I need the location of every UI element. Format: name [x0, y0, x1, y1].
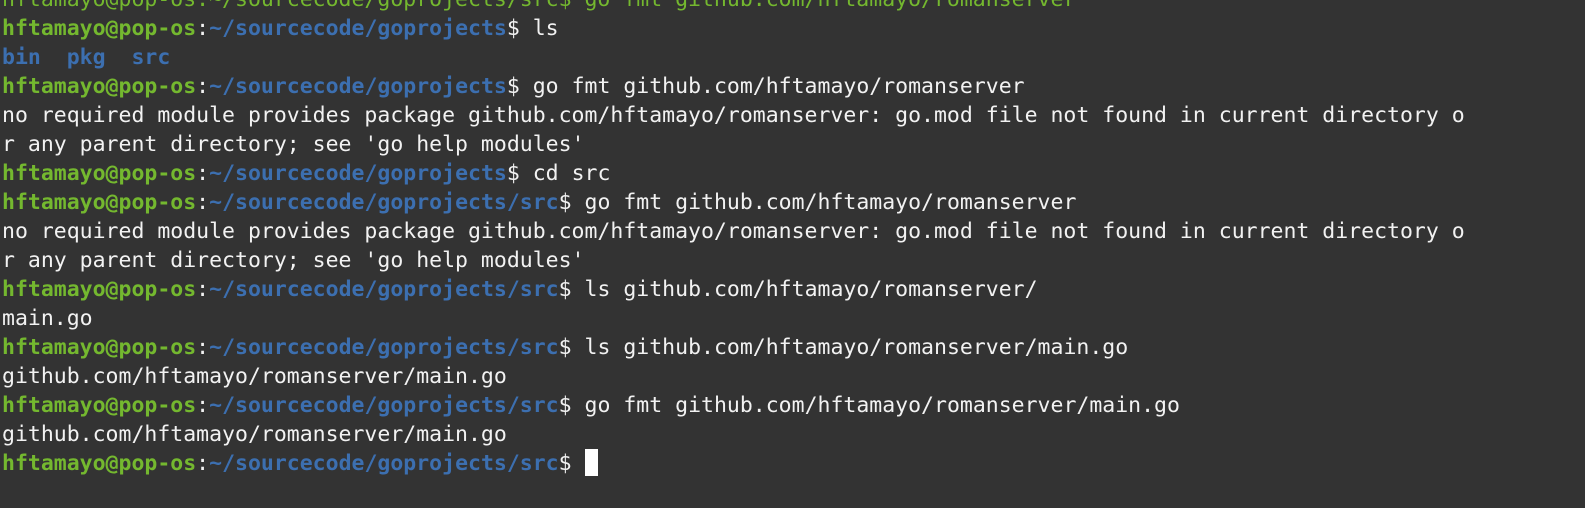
command-text: go fmt github.com/hftamayo/romanserver: [532, 74, 1025, 99]
prompt-line: hftamayo@pop-os:~/sourcecode/goprojects/…: [2, 391, 1465, 420]
prompt-symbol: $: [558, 393, 585, 418]
prompt-path: ~/sourcecode/goprojects/src: [209, 190, 559, 215]
command-text: ls github.com/hftamayo/romanserver/: [584, 277, 1038, 302]
terminal-window[interactable]: hftamayo@pop-os:~/sourcecode/goprojects/…: [0, 0, 1585, 508]
prompt-user-host: hftamayo@pop-os: [2, 393, 197, 418]
output-line: r any parent directory; see 'go help mod…: [2, 248, 585, 273]
prompt-line: hftamayo@pop-os:~/sourcecode/goprojects/…: [2, 449, 1465, 478]
prompt-user-host: hftamayo@pop-os: [2, 190, 197, 215]
prompt-symbol: $: [558, 451, 585, 476]
prompt-symbol: $: [506, 16, 533, 41]
prompt-line: hftamayo@pop-os:~/sourcecode/goprojects$…: [2, 14, 1465, 43]
prompt-symbol: $: [506, 74, 533, 99]
directory-listing: bin pkg src: [2, 43, 1465, 72]
directory-entry: pkg: [66, 45, 106, 70]
prompt-line: hftamayo@pop-os:~/sourcecode/goprojects/…: [2, 188, 1465, 217]
prompt-path: ~/sourcecode/goprojects: [209, 74, 507, 99]
command-text: ls github.com/hftamayo/romanserver/main.…: [584, 335, 1129, 360]
output-line: r any parent directory; see 'go help mod…: [2, 132, 585, 157]
prompt-symbol: $: [558, 335, 585, 360]
output-line: no required module provides package gith…: [2, 219, 1465, 244]
command-text: go fmt github.com/hftamayo/romanserver: [584, 190, 1077, 215]
listing-spacer: [41, 45, 67, 70]
output-line: github.com/hftamayo/romanserver/main.go: [2, 364, 507, 389]
command-text: ls: [532, 16, 559, 41]
prompt-path: ~/sourcecode/goprojects: [209, 16, 507, 41]
text-cursor[interactable]: [584, 449, 598, 476]
directory-entry: src: [131, 45, 171, 70]
partial-top-line: hftamayo@pop-os:~/sourcecode/goprojects/…: [2, 0, 1465, 14]
prompt-colon: :: [196, 190, 210, 215]
listing-spacer: [106, 45, 132, 70]
prompt-path: ~/sourcecode/goprojects/src: [209, 393, 559, 418]
terminal-output: hftamayo@pop-os:~/sourcecode/goprojects/…: [2, 0, 1465, 478]
prompt-colon: :: [196, 277, 210, 302]
prompt-line: hftamayo@pop-os:~/sourcecode/goprojects$…: [2, 159, 1465, 188]
prompt-colon: :: [196, 335, 210, 360]
output-line: main.go: [2, 306, 93, 331]
prompt-line: hftamayo@pop-os:~/sourcecode/goprojects/…: [2, 333, 1465, 362]
prompt-symbol: $: [506, 161, 533, 186]
prompt-colon: :: [196, 161, 210, 186]
prompt-colon: :: [196, 74, 210, 99]
prompt-user-host: hftamayo@pop-os: [2, 161, 197, 186]
prompt-path: ~/sourcecode/goprojects: [209, 161, 507, 186]
prompt-path: ~/sourcecode/goprojects/src: [209, 277, 559, 302]
prompt-path: ~/sourcecode/goprojects/src: [209, 451, 559, 476]
prompt-symbol: $: [558, 190, 585, 215]
prompt-user-host: hftamayo@pop-os: [2, 16, 197, 41]
prompt-colon: :: [196, 451, 210, 476]
prompt-user-host: hftamayo@pop-os: [2, 74, 197, 99]
prompt-user-host: hftamayo@pop-os: [2, 277, 197, 302]
command-text: cd src: [532, 161, 611, 186]
prompt-user-host: hftamayo@pop-os: [2, 451, 197, 476]
prompt-colon: :: [196, 393, 210, 418]
prompt-user-host: hftamayo@pop-os: [2, 335, 197, 360]
output-line: no required module provides package gith…: [2, 103, 1465, 128]
prompt-symbol: $: [558, 277, 585, 302]
output-line: github.com/hftamayo/romanserver/main.go: [2, 422, 507, 447]
prompt-line: hftamayo@pop-os:~/sourcecode/goprojects/…: [2, 275, 1465, 304]
prompt-line: hftamayo@pop-os:~/sourcecode/goprojects$…: [2, 72, 1465, 101]
prompt-path: ~/sourcecode/goprojects/src: [209, 335, 559, 360]
directory-entry: bin: [2, 45, 41, 70]
prompt-colon: :: [196, 16, 210, 41]
command-text: go fmt github.com/hftamayo/romanserver/m…: [584, 393, 1180, 418]
